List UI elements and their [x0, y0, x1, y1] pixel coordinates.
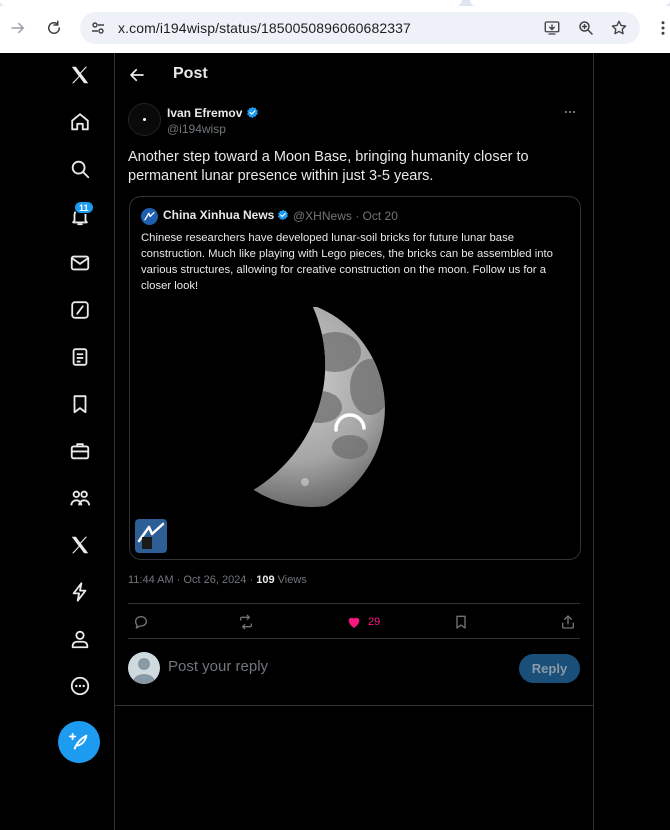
mail-icon: [70, 255, 90, 271]
views-label: Views: [274, 574, 307, 586]
quote-author-name[interactable]: China Xinhua News: [163, 208, 274, 222]
x-logo-icon: [71, 66, 89, 84]
search-icon: [71, 160, 90, 179]
lists-icon: [72, 348, 88, 366]
person-icon: [71, 630, 89, 649]
bookmark-icon: [73, 395, 87, 414]
sidebar-nav: 11: [0, 53, 114, 830]
back-arrow-icon[interactable]: [128, 66, 146, 84]
bookmark-outline-icon: [456, 615, 466, 629]
sidebar-item-lists[interactable]: [67, 344, 93, 370]
reload-button[interactable]: [43, 17, 65, 39]
url-text[interactable]: x.com/i194wisp/status/185005089606068233…: [118, 20, 411, 36]
heart-filled-icon: [348, 617, 360, 628]
page-title: Post: [173, 65, 208, 82]
active-tab[interactable]: [0, 0, 462, 6]
reply-user-avatar[interactable]: [128, 652, 160, 684]
reply-icon: [134, 616, 147, 629]
sidebar-item-communities[interactable]: [67, 485, 93, 511]
sidebar-item-messages[interactable]: [67, 250, 93, 276]
communities-icon: [70, 490, 91, 506]
x-premium-icon: [71, 536, 89, 554]
bookmark-star-icon[interactable]: [610, 19, 628, 37]
post-text: Another step toward a Moon Base, bringin…: [128, 149, 529, 184]
like-action[interactable]: 29: [346, 613, 380, 631]
share-icon: [562, 615, 574, 629]
main-column: Post Ivan Efremov @i194wisp Another step…: [114, 53, 594, 830]
reply-input[interactable]: Post your reply: [168, 658, 268, 675]
sidebar-item-grok[interactable]: [67, 297, 93, 323]
views-count: 109: [256, 574, 275, 586]
more-options-icon[interactable]: [563, 105, 577, 119]
zoom-icon[interactable]: [577, 19, 595, 37]
grok-icon: [71, 301, 89, 319]
sidebar-item-verified-orgs[interactable]: [67, 579, 93, 605]
lightning-icon: [72, 582, 87, 602]
forward-button[interactable]: [7, 17, 29, 39]
more-circle-icon: [70, 676, 90, 696]
notifications-badge: 11: [74, 201, 94, 214]
home-icon: [71, 113, 89, 131]
compose-post-button[interactable]: [58, 721, 100, 763]
xinhua-watermark-icon: [137, 522, 165, 549]
feather-plus-icon: [68, 732, 88, 750]
chrome-menu-button[interactable]: [652, 17, 670, 39]
post-timestamp[interactable]: 11:44 AM · Oct 26, 2024 ·: [128, 574, 256, 586]
xinhua-watermark-logo: [135, 519, 167, 553]
author-name[interactable]: Ivan Efremov: [167, 106, 242, 120]
action-bar: 29: [128, 603, 580, 639]
xinhua-logo-icon: [144, 211, 155, 221]
sidebar-item-explore[interactable]: [67, 156, 93, 182]
post-header: Post: [115, 53, 593, 97]
share-action[interactable]: [560, 613, 576, 631]
loading-spinner-icon: [334, 413, 366, 432]
repost-action[interactable]: [238, 613, 254, 631]
author-avatar[interactable]: [128, 103, 161, 136]
install-app-icon[interactable]: [543, 19, 561, 37]
moon-image: [222, 307, 385, 507]
browser-chrome: x.com/i194wisp/status/185005089606068233…: [0, 0, 670, 53]
briefcase-icon: [70, 443, 90, 460]
verified-badge-icon[interactable]: [246, 106, 259, 119]
post-meta: 11:44 AM · Oct 26, 2024 · 109 Views: [128, 574, 307, 586]
sidebar-item-bookmarks[interactable]: [67, 391, 93, 417]
quote-verified-badge-icon: [278, 209, 288, 221]
browser-tab[interactable]: [470, 0, 670, 6]
x-page: 11 Post Ivan Efremov @i194wisp Another s…: [0, 53, 670, 830]
address-bar[interactable]: x.com/i194wisp/status/185005089606068233…: [80, 12, 640, 44]
sidebar-item-premium[interactable]: [67, 532, 93, 558]
sidebar-item-x-logo[interactable]: [67, 62, 93, 88]
sidebar-item-more[interactable]: [67, 673, 93, 699]
reload-icon: [48, 20, 60, 34]
quote-author-handle[interactable]: @XHNews · Oct 20: [293, 209, 398, 223]
quote-video[interactable]: [130, 307, 580, 559]
arrow-right-icon: [11, 22, 24, 34]
reply-divider: [115, 705, 593, 706]
repost-icon: [240, 614, 252, 630]
sidebar-item-home[interactable]: [67, 109, 93, 135]
like-count: 29: [368, 616, 381, 628]
bookmark-action[interactable]: [453, 613, 469, 631]
vertical-dots-icon: [661, 21, 665, 35]
site-settings-icon[interactable]: [90, 20, 106, 36]
quote-text: Chinese researchers have developed lunar…: [141, 232, 553, 292]
quoted-post[interactable]: China Xinhua News @XHNews · Oct 20 Chine…: [129, 196, 581, 560]
reply-action[interactable]: [133, 613, 149, 631]
default-avatar-icon: [132, 658, 156, 684]
quote-author-avatar[interactable]: [141, 208, 158, 225]
reply-button[interactable]: Reply: [519, 654, 580, 683]
author-handle[interactable]: @i194wisp: [167, 122, 226, 136]
sidebar-item-profile[interactable]: [67, 626, 93, 652]
sidebar-item-jobs[interactable]: [67, 438, 93, 464]
tab-strip: [0, 0, 670, 6]
